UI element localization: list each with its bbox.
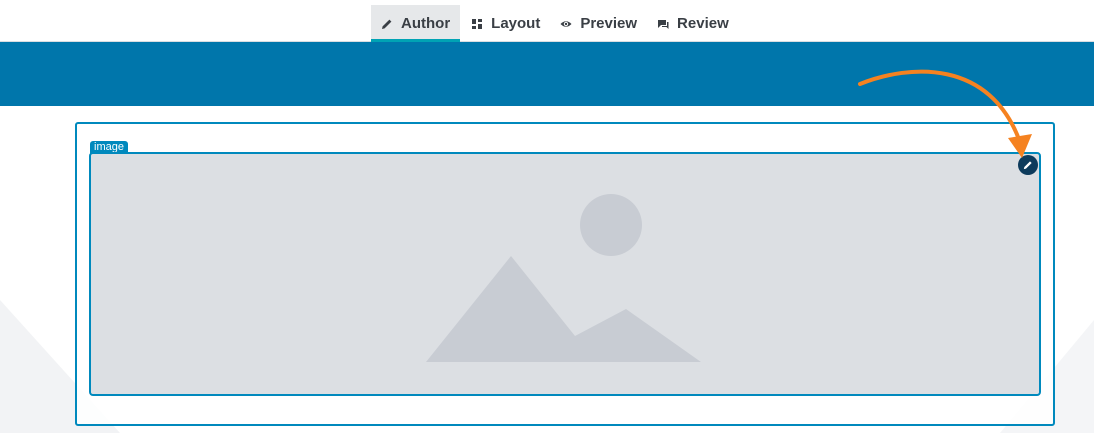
- tab-review-label: Review: [677, 15, 729, 32]
- comment-icon: [658, 19, 669, 29]
- tab-review[interactable]: Review: [647, 5, 739, 42]
- tab-preview[interactable]: Preview: [550, 5, 647, 42]
- pencil-icon: [382, 19, 392, 29]
- tab-layout-label: Layout: [491, 15, 541, 32]
- annotation-arrow-icon: [858, 69, 1032, 158]
- tab-author-label: Author: [401, 15, 451, 32]
- tab-preview-label: Preview: [580, 15, 638, 32]
- mode-tabs: Author Layout Preview Review: [371, 5, 739, 42]
- image-component[interactable]: [89, 152, 1041, 396]
- grid-icon: [472, 18, 483, 29]
- image-placeholder-icon: [426, 194, 701, 362]
- eye-icon: [560, 20, 572, 27]
- top-navigation-bar: Author Layout Preview Review: [0, 0, 1094, 42]
- tab-layout[interactable]: Layout: [461, 5, 550, 42]
- tab-author[interactable]: Author: [371, 5, 461, 42]
